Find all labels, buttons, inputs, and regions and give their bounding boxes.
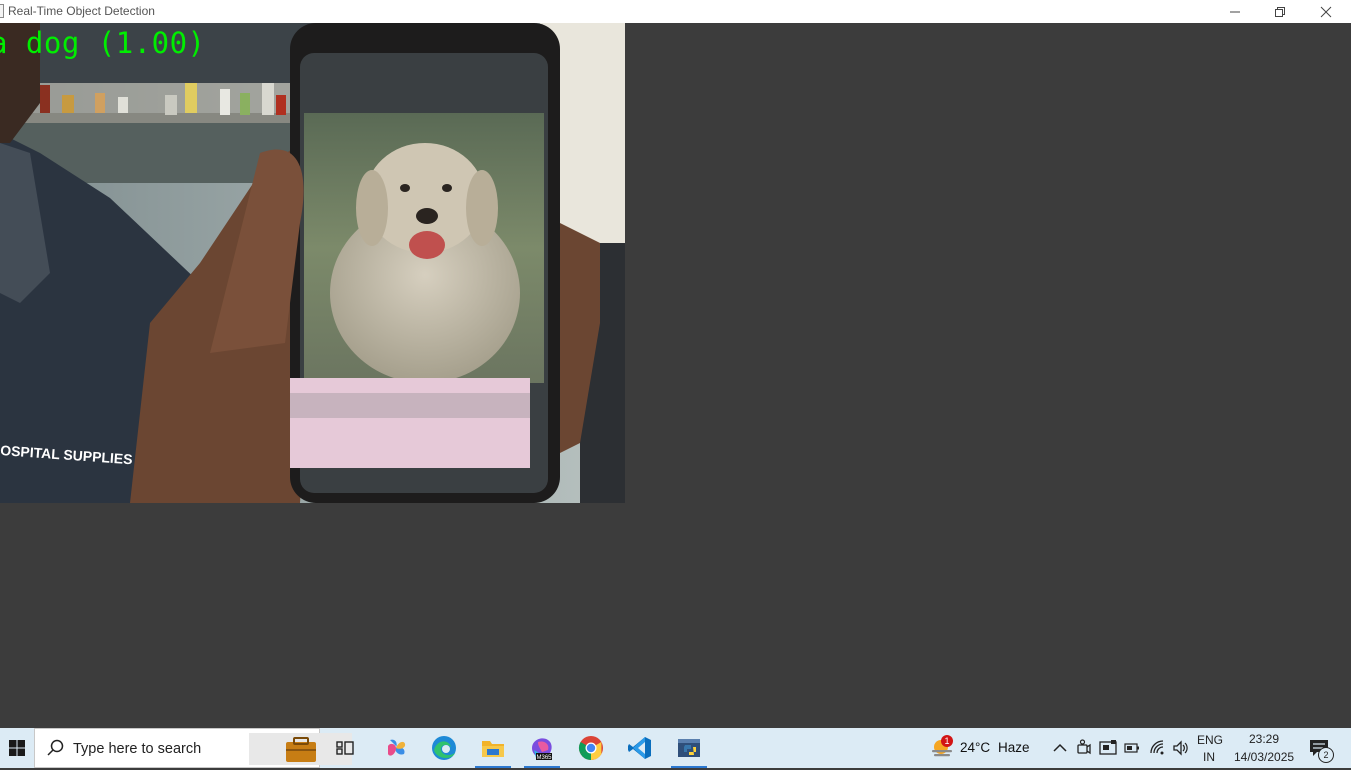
clock[interactable]: 23:29 14/03/2025 — [1228, 728, 1300, 768]
weather-condition: Haze — [998, 740, 1030, 755]
notification-count-badge: 2 — [1318, 747, 1334, 763]
taskbar: Type here to search M365 1 24°C Haze ENG… — [0, 728, 1351, 768]
window-title: Real-Time Object Detection — [8, 4, 155, 18]
folder-icon — [482, 741, 504, 757]
search-icon — [47, 739, 64, 756]
detection-label: a dog (1.00) — [0, 26, 206, 60]
search-placeholder: Type here to search — [73, 741, 202, 757]
taskbar-vscode[interactable] — [618, 728, 662, 768]
taskbar-file-explorer[interactable] — [471, 728, 515, 768]
taskbar-edge[interactable] — [422, 728, 466, 768]
window-title-bar[interactable]: Real-Time Object Detection — [0, 0, 1351, 23]
taskbar-copilot[interactable] — [374, 728, 418, 768]
chevron-up-icon[interactable] — [1053, 742, 1067, 752]
restore-icon — [1275, 6, 1285, 17]
minimize-button[interactable] — [1212, 0, 1258, 23]
close-button[interactable] — [1303, 0, 1349, 23]
battery-icon[interactable] — [1124, 742, 1140, 754]
wifi-icon[interactable] — [1149, 739, 1167, 757]
edge-icon — [432, 736, 456, 760]
taskbar-microsoft-365[interactable]: M365 — [520, 728, 564, 768]
camera-feed: OSPITAL SUPPLIES a dog (1.00) — [0, 23, 625, 503]
taskbar-chrome[interactable] — [569, 728, 613, 768]
taskbar-python[interactable] — [667, 728, 711, 768]
volume-icon[interactable] — [1172, 739, 1190, 757]
python-window-icon — [678, 739, 700, 757]
task-view-icon — [336, 741, 354, 755]
copilot-icon — [388, 739, 406, 756]
minimize-icon — [1230, 11, 1240, 12]
chrome-icon — [578, 736, 603, 760]
svg-text:M365: M365 — [536, 755, 552, 761]
webcam-frame-image: OSPITAL SUPPLIES — [0, 23, 625, 503]
language-indicator[interactable]: ENG IN — [1193, 728, 1227, 768]
weather-alert-badge: 1 — [941, 735, 953, 747]
clock-time: 23:29 — [1249, 732, 1280, 746]
start-button[interactable] — [0, 728, 34, 768]
close-icon — [1320, 6, 1332, 17]
language-region: IN — [1203, 750, 1215, 764]
meet-now-icon[interactable] — [1076, 739, 1092, 757]
clock-date: 14/03/2025 — [1234, 750, 1295, 764]
restore-button[interactable] — [1257, 0, 1303, 23]
language-code: ENG — [1197, 733, 1224, 747]
task-view-button[interactable] — [323, 728, 367, 768]
weather-temperature: 24°C — [960, 740, 991, 755]
vscode-icon — [628, 737, 651, 759]
microsoft-365-icon: M365 — [532, 738, 552, 761]
taskbar-search-box[interactable]: Type here to search — [34, 728, 352, 768]
screen-capture-icon[interactable] — [1099, 739, 1117, 757]
app-window-icon — [0, 4, 4, 18]
windows-logo-icon — [9, 740, 25, 756]
